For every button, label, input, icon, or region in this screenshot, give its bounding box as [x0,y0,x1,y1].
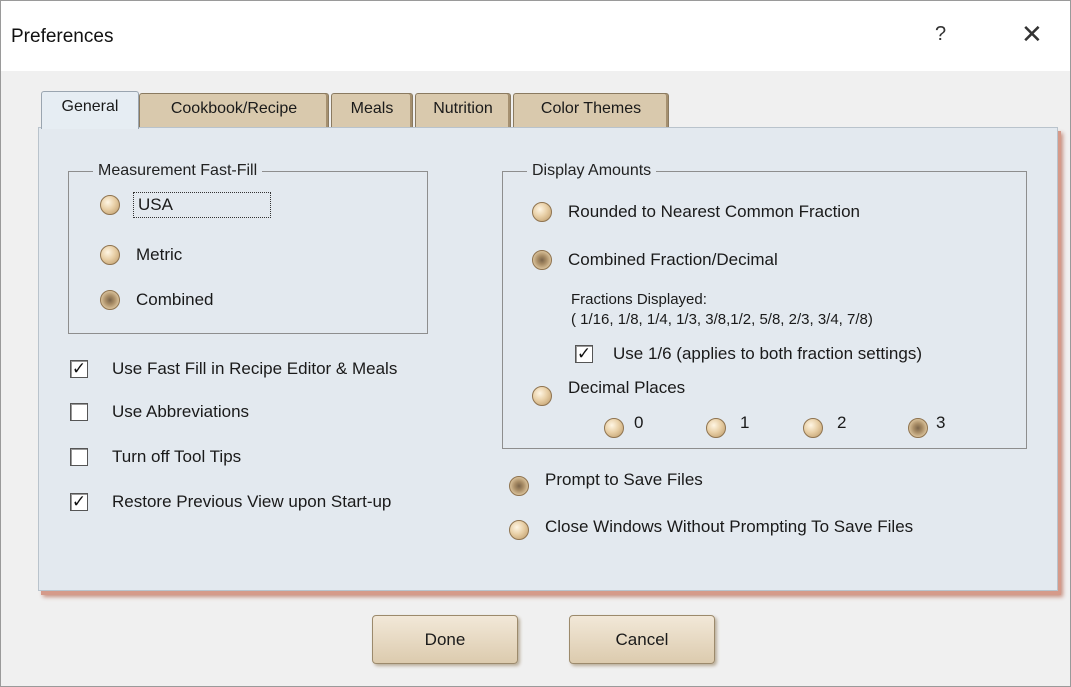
checkbox-restore-view-label: Restore Previous View upon Start-up [112,492,392,511]
radio-decimal-0-label: 0 [634,413,644,432]
fractions-displayed-label: Fractions Displayed: [571,291,707,308]
radio-prompt-save-button[interactable] [509,476,529,496]
display-amounts-legend: Display Amounts [532,162,652,179]
checkbox-use-sixth-label: Use 1/6 (applies to both fraction settin… [613,344,922,363]
tab-meals[interactable]: Meals [331,93,413,127]
radio-decimal-2-label: 2 [837,413,847,432]
checkbox-restore-view-box[interactable]: ✓ [70,493,88,511]
radio-decimal-3-label: 3 [936,413,946,432]
radio-usa-label: USA [133,192,271,218]
radio-decimal-1[interactable]: 1 [706,413,749,438]
radio-combined-button[interactable] [100,290,120,310]
radio-prompt-save-label: Prompt to Save Files [545,470,703,489]
tab-cookbook-recipe[interactable]: Cookbook/Recipe [139,93,329,127]
tab-color-themes[interactable]: Color Themes [513,93,669,127]
radio-rounded-fraction-button[interactable] [532,202,552,222]
radio-decimal-0-button[interactable] [604,418,624,438]
help-icon[interactable]: ? [935,23,946,46]
close-icon[interactable]: ✕ [1021,19,1043,50]
checkbox-abbreviations-box[interactable] [70,403,88,421]
checkbox-tool-tips-box[interactable] [70,448,88,466]
radio-combined-fraction-decimal[interactable]: Combined Fraction/Decimal [532,250,778,270]
radio-close-without-prompt-button[interactable] [509,520,529,540]
checkbox-fast-fill[interactable]: ✓ Use Fast Fill in Recipe Editor & Meals [70,359,397,379]
checkbox-tool-tips[interactable]: Turn off Tool Tips [70,447,241,467]
radio-decimal-2[interactable]: 2 [803,413,846,438]
cancel-button[interactable]: Cancel [569,615,715,664]
radio-combined-fraction-decimal-button[interactable] [532,250,552,270]
checkbox-use-sixth-box[interactable]: ✓ [575,345,593,363]
radio-metric-button[interactable] [100,245,120,265]
done-button[interactable]: Done [372,615,518,664]
radio-close-without-prompt[interactable]: Close Windows Without Prompting To Save … [509,517,914,540]
tab-nutrition[interactable]: Nutrition [415,93,511,127]
radio-decimal-3-button[interactable] [908,418,928,438]
radio-close-without-prompt-label: Close Windows Without Prompting To Save … [545,517,914,536]
radio-decimal-1-button[interactable] [706,418,726,438]
title-bar: Preferences ? ✕ [1,1,1070,71]
radio-decimal-places-button[interactable] [532,386,552,406]
radio-usa-button[interactable] [100,195,120,215]
radio-decimal-0[interactable]: 0 [604,413,643,438]
checkbox-restore-view[interactable]: ✓ Restore Previous View upon Start-up [70,492,391,512]
checkbox-abbreviations-label: Use Abbreviations [112,402,250,421]
radio-metric[interactable]: Metric [100,245,182,265]
fractions-list: ( 1/16, 1/8, 1/4, 1/3, 3/8,1/2, 5/8, 2/3… [571,311,873,328]
radio-metric-label: Metric [136,245,183,264]
radio-rounded-fraction-label: Rounded to Nearest Common Fraction [568,202,860,221]
checkbox-tool-tips-label: Turn off Tool Tips [112,447,242,466]
checkbox-fast-fill-label: Use Fast Fill in Recipe Editor & Meals [112,359,398,378]
radio-decimal-1-label: 1 [740,413,750,432]
checkbox-fast-fill-box[interactable]: ✓ [70,360,88,378]
radio-combined-label: Combined [136,290,214,309]
radio-decimal-places[interactable]: Decimal Places [532,378,685,406]
radio-decimal-2-button[interactable] [803,418,823,438]
radio-prompt-save[interactable]: Prompt to Save Files [509,470,703,496]
measurement-legend: Measurement Fast-Fill [98,162,258,179]
radio-rounded-fraction[interactable]: Rounded to Nearest Common Fraction [532,202,860,222]
radio-usa[interactable]: USA [100,192,271,218]
checkbox-abbreviations[interactable]: Use Abbreviations [70,402,249,422]
tab-general[interactable]: General [41,91,139,129]
radio-combined-fraction-decimal-label: Combined Fraction/Decimal [568,250,778,269]
radio-decimal-places-label: Decimal Places [568,378,686,397]
checkbox-use-sixth[interactable]: ✓ Use 1/6 (applies to both fraction sett… [575,344,922,364]
radio-combined[interactable]: Combined [100,290,214,310]
general-panel: Measurement Fast-Fill USA Metric Combine… [38,127,1058,591]
preferences-dialog: Preferences ? ✕ General Cookbook/Recipe … [0,0,1071,687]
radio-decimal-3[interactable]: 3 [908,413,945,438]
window-title: Preferences [11,26,114,47]
